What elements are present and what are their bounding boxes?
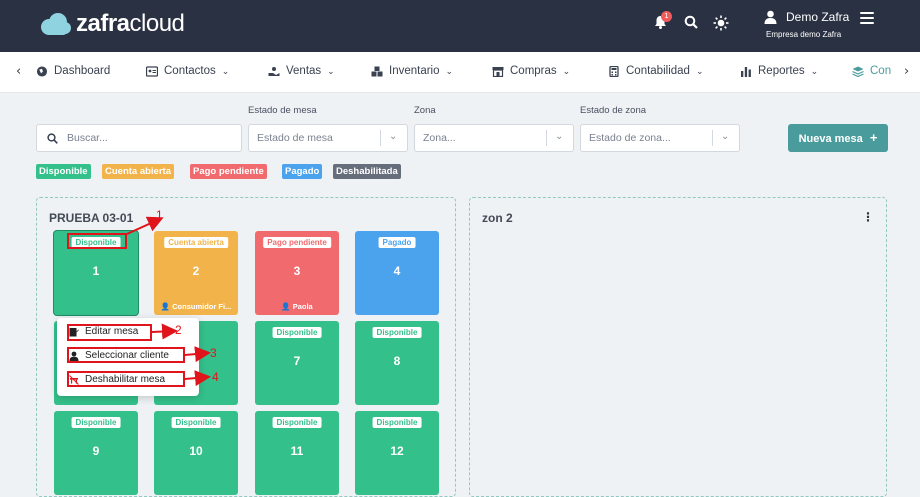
annotation-arrows bbox=[126, 216, 211, 387]
annotation-number: 4 bbox=[212, 370, 219, 384]
annotation-number: 2 bbox=[175, 323, 182, 337]
annotation-number: 3 bbox=[210, 346, 217, 360]
annotation-number: 1 bbox=[156, 208, 163, 222]
